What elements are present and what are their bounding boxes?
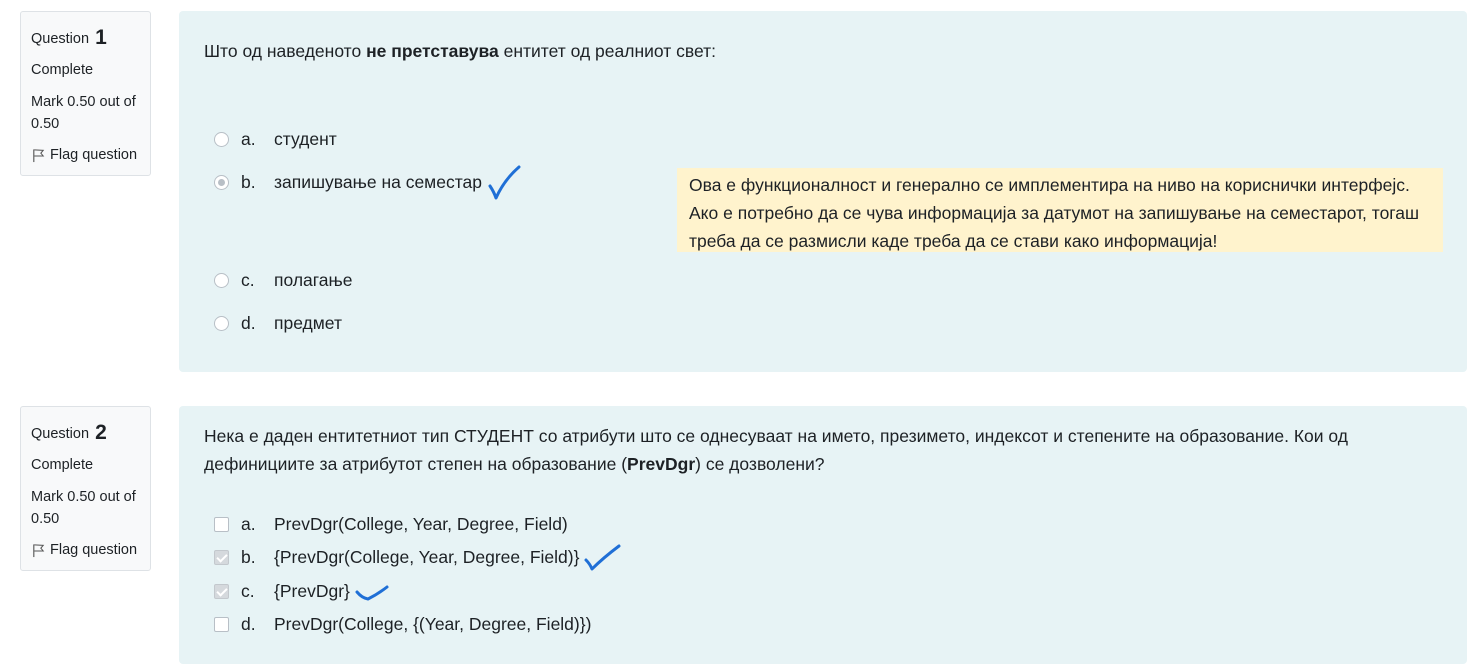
question-mark: Mark 0.50 out of 0.50 — [31, 489, 136, 528]
question-content-2: Нека е даден ентитетниот тип СТУДЕНТ со … — [179, 406, 1467, 664]
answer-option-d[interactable]: d. PrevDgr(College, {(Year, Degree, Fiel… — [214, 610, 591, 638]
checkbox[interactable] — [214, 516, 229, 532]
checkbox-checked[interactable] — [214, 549, 229, 565]
question-text: Нека е даден ентитетниот тип СТУДЕНТ со … — [204, 422, 1434, 478]
flag-question-label: Flag question — [50, 541, 138, 558]
answer-option-b[interactable]: b. запишување на семестар — [214, 165, 526, 200]
question-info-1: Question 1 Complete Mark 0.50 out of 0.5… — [20, 11, 151, 176]
question-state: Complete — [31, 456, 94, 473]
flag-question-button[interactable]: Flag question — [31, 144, 140, 166]
answer-option-d[interactable]: d. предмет — [214, 309, 342, 337]
question-number: 2 — [95, 421, 107, 444]
option-text: {PrevDgr(College, Year, Degree, Field)} — [274, 546, 580, 567]
checkbox-checked[interactable] — [214, 583, 229, 599]
handwritten-check-icon — [584, 544, 621, 571]
option-text: запишување на семестар — [274, 171, 482, 192]
question-text-part: ) се дозволени? — [695, 454, 825, 474]
question-number: 1 — [95, 26, 107, 49]
option-text: PrevDgr(College, {(Year, Degree, Field)}… — [274, 613, 592, 634]
option-text: предмет — [274, 312, 342, 333]
option-letter: d. — [241, 613, 256, 634]
question-state: Complete — [31, 61, 94, 78]
question-text-bold: PrevDgr — [627, 454, 696, 474]
checkbox[interactable] — [214, 616, 229, 632]
option-letter: a. — [241, 128, 256, 149]
specific-feedback: Ова е функционалност и генерално се импл… — [677, 168, 1443, 252]
radio-button[interactable] — [214, 131, 229, 147]
radio-button-selected[interactable] — [214, 174, 229, 190]
option-letter: b. — [241, 171, 256, 192]
question-text-part: ентитет од реалниот свет: — [498, 41, 716, 61]
flag-icon — [33, 149, 45, 162]
option-text: PrevDgr(College, Year, Degree, Field) — [274, 513, 568, 534]
option-letter: b. — [241, 546, 256, 567]
question-label: Question — [31, 31, 90, 47]
question-content-1: Што од наведеното не претставува ентитет… — [179, 11, 1467, 372]
flag-icon — [33, 544, 45, 557]
option-text: студент — [274, 128, 337, 149]
question-text: Што од наведеното не претставува ентитет… — [204, 37, 1434, 65]
handwritten-check-icon — [488, 165, 521, 200]
flag-question-button[interactable]: Flag question — [31, 539, 140, 561]
question-text-part: Што од наведеното — [204, 41, 367, 61]
question-mark: Mark 0.50 out of 0.50 — [31, 94, 136, 133]
radio-button[interactable] — [214, 315, 229, 331]
option-letter: c. — [241, 269, 255, 290]
option-letter: a. — [241, 513, 256, 534]
option-letter: d. — [241, 312, 256, 333]
option-text: полагање — [274, 269, 353, 290]
question-label: Question — [31, 426, 90, 442]
question-text-bold: не претставува — [366, 41, 499, 61]
question-info-2: Question 2 Complete Mark 0.50 out of 0.5… — [20, 406, 151, 571]
answer-option-a[interactable]: a. PrevDgr(College, Year, Degree, Field) — [214, 510, 568, 538]
answer-option-c[interactable]: c. полагање — [214, 266, 352, 294]
handwritten-check-icon — [355, 585, 389, 601]
radio-button[interactable] — [214, 272, 229, 288]
flag-question-label: Flag question — [50, 146, 138, 163]
answer-option-b[interactable]: b. {PrevDgr(College, Year, Degree, Field… — [214, 543, 623, 571]
question-number-line: Question 2 — [31, 417, 140, 450]
answer-option-c[interactable]: c. {PrevDgr} — [214, 577, 390, 605]
question-number-line: Question 1 — [31, 22, 140, 55]
option-text: {PrevDgr} — [274, 580, 350, 601]
option-letter: c. — [241, 580, 255, 601]
answer-option-a[interactable]: a. студент — [214, 125, 337, 153]
